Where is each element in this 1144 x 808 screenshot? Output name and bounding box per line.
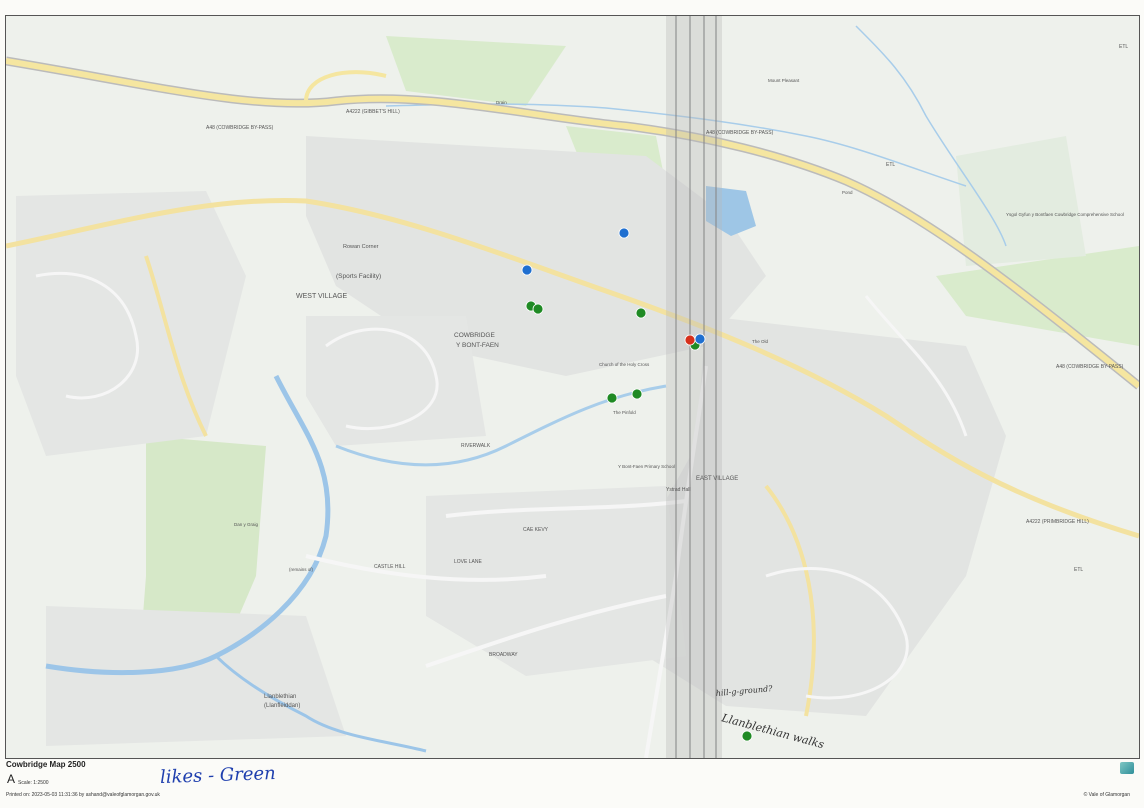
map-label-west-village: WEST VILLAGE: [296, 293, 348, 300]
map-marker-blue-3[interactable]: [694, 333, 706, 345]
map-label-cowbridge: COWBRIDGE: [454, 332, 495, 339]
map-label-broadway: BROADWAY: [489, 652, 518, 658]
map-label-etl-3: ETL: [1074, 567, 1083, 573]
north-arrow-icon: A: [7, 772, 16, 786]
map-label-bypass-2: A48 (COWBRIDGE BY-PASS): [706, 130, 774, 136]
map-canvas[interactable]: WEST VILLAGE (Sports Facility) COWBRIDGE Y …: [6, 16, 1139, 758]
map-label-east-village: EAST VILLAGE: [696, 476, 738, 482]
map-label-bypass-3: A48 (COWBRIDGE BY-PASS): [1056, 364, 1124, 370]
scan-fold-band: [666, 16, 722, 758]
map-label-the-pinfold: The Pinfold: [613, 410, 636, 415]
map-label-drain: Drain: [496, 100, 507, 105]
map-label-pond: Pond: [842, 190, 853, 195]
copyright-text: © Vale of Glamorgan: [1083, 792, 1130, 798]
map-label-remains: (remains of): [289, 567, 314, 572]
map-marker-green-7[interactable]: [741, 730, 753, 742]
map-label-bypass-1: A48 (COWBRIDGE BY-PASS): [206, 125, 274, 131]
map-label-castle-hill: CASTLE HILL: [374, 564, 406, 570]
map-marker-green-2[interactable]: [532, 303, 544, 315]
handwritten-note: likes - Green: [159, 762, 277, 789]
map-marker-blue-2[interactable]: [521, 264, 533, 276]
map-label-llanblethian: Llanblethian: [264, 694, 296, 700]
map-label-sports-facility: (Sports Facility): [336, 273, 381, 280]
map-marker-green-3[interactable]: [635, 307, 647, 319]
green-field: [956, 136, 1086, 266]
map-label-rowan-corner: Rowan Corner: [343, 244, 379, 250]
map-scale: Scale: 1:2500: [18, 780, 49, 786]
printed-info: Printed on: 2023-05-03 11:31:36 by ashan…: [6, 792, 160, 798]
map-label-etl-1: ETL: [1119, 44, 1128, 50]
map-label-llanfleiddan: (Llanfleiddan): [264, 703, 300, 709]
map-label-riverwalk: RIVERWALK: [461, 443, 491, 449]
map-sheet: WEST VILLAGE (Sports Facility) COWBRIDGE Y …: [0, 0, 1144, 808]
town-area: [46, 606, 346, 746]
map-label-love-lane: LOVE LANE: [454, 559, 482, 565]
map-label-mount-pleasant: Mount Pleasant: [768, 78, 800, 83]
map-marker-green-5[interactable]: [631, 388, 643, 400]
map-label-primary: Y Bont-Faen Primary School: [618, 464, 675, 469]
map-label-ystrad: Ystrad Hall: [666, 487, 690, 493]
council-logo-icon: [1120, 762, 1134, 774]
map-label-dan-y-graig: Dan y Graig: [234, 522, 259, 527]
map-label-comp-school: Ysgol Gyfun y Bontfaen Cowbridge Compreh…: [1006, 212, 1124, 217]
map-marker-red-1[interactable]: [684, 334, 696, 346]
map-marker-green-4[interactable]: [606, 392, 618, 404]
map-label-primbridge: A4222 (PRIMBRIDGE HILL): [1026, 519, 1089, 525]
map-label-gibbets: A4222 (GIBBET'S HILL): [346, 109, 400, 115]
map-label-the-old: The Old: [752, 339, 769, 344]
map-label-bont-faen: Y BONT-FAEN: [456, 342, 499, 349]
map-label-church: Church of the Holy Cross: [599, 362, 650, 367]
map-label-cae-kevy: CAE KEVY: [523, 527, 549, 533]
map-marker-blue-1[interactable]: [618, 227, 630, 239]
map-label-etl-2: ETL: [886, 162, 895, 168]
map-title: Cowbridge Map 2500: [6, 760, 86, 769]
map-frame[interactable]: WEST VILLAGE (Sports Facility) COWBRIDGE Y …: [5, 15, 1140, 759]
